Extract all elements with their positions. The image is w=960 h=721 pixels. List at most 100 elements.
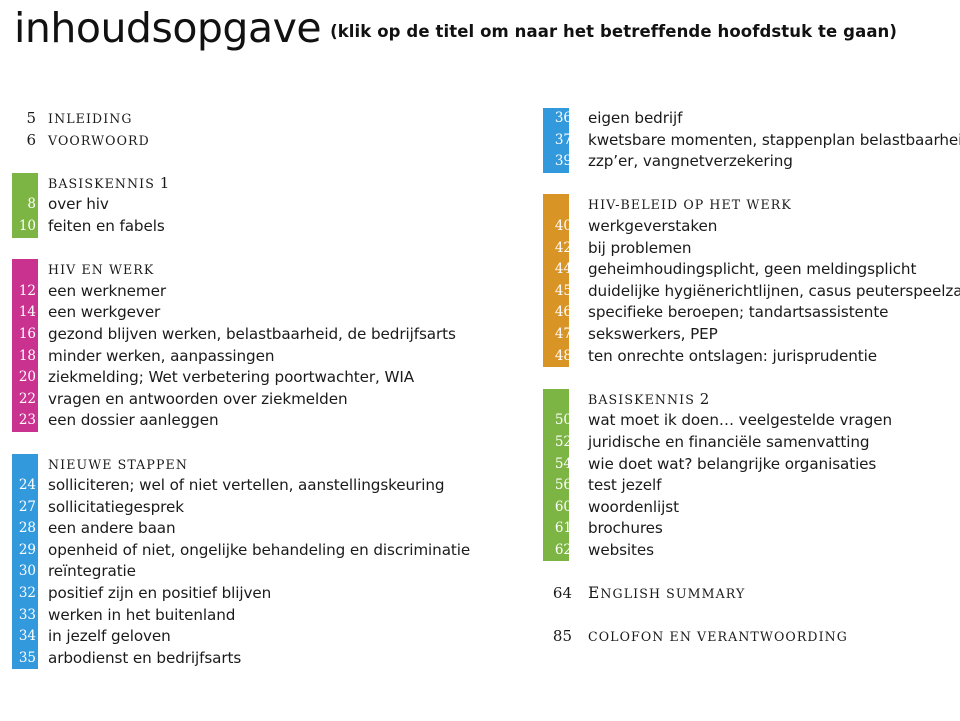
toc-entry-label: brochures — [588, 519, 663, 538]
toc-group-hiv-en-werk: hiv en werk 12 een werknemer 14 een werkgeve… — [0, 259, 520, 432]
toc-page-number: 64 — [552, 584, 572, 603]
toc-page-number: 6 — [26, 130, 36, 149]
toc-page-number: 30 — [18, 563, 36, 580]
toc-page-number: 14 — [18, 304, 36, 321]
toc-entry-label: gezond blijven werken, belastbaarheid, d… — [48, 324, 456, 343]
toc-entry-label: wat moet ik doen… veelgestelde vragen — [588, 411, 893, 430]
toc-entry[interactable]: 34 in jezelf geloven — [0, 626, 520, 648]
toc-entry[interactable]: 16 gezond blijven werken, belastbaarheid,… — [0, 324, 520, 346]
toc-page-number: 12 — [18, 282, 36, 299]
toc-entry-label: kwetsbare momenten, stappenplan belastba… — [588, 130, 960, 149]
initial-capital: E — [588, 584, 601, 603]
toc-entry[interactable]: 60 woordenlijst — [530, 497, 960, 519]
toc-page-number: 20 — [18, 369, 36, 386]
page-header: inhoudsopgave (klik op de titel om naar h… — [14, 4, 897, 52]
toc-page-number: 61 — [554, 520, 572, 537]
toc-entry[interactable]: 56 test jezelf — [530, 475, 960, 497]
toc-entry[interactable]: 37 kwetsbare momenten, stappenplan belast… — [530, 130, 960, 152]
toc-entry-label: reïntegratie — [48, 562, 136, 581]
toc-entry[interactable]: 10 feiten en fabels — [0, 216, 520, 238]
toc-section-header: hiv en werk — [0, 259, 520, 281]
toc-section-header: basiskennis 1 — [0, 173, 520, 195]
toc-group-colofon: 85 colofon en verantwoording — [530, 626, 960, 648]
toc-entry[interactable]: 39 zzp’er, vangnetverzekering — [530, 151, 960, 173]
toc-entry[interactable]: 50 wat moet ik doen… veelgestelde vragen — [530, 410, 960, 432]
toc-entry[interactable]: 32 positief zijn en positief blijven — [0, 583, 520, 605]
toc-page-number: 50 — [554, 412, 572, 429]
toc-page-number: 44 — [554, 261, 572, 278]
toc-group-basiskennis-2: basiskennis 2 50 wat moet ik doen… veelges… — [530, 388, 960, 562]
toc-entry[interactable]: 61 brochures — [530, 518, 960, 540]
toc-entry[interactable]: 64 English summary — [530, 583, 960, 605]
toc-entry[interactable]: 45 duidelijke hygiënerichtlijnen, casus p… — [530, 281, 960, 303]
toc-entry-label: voorwoord — [48, 132, 150, 148]
toc-page-number: 35 — [18, 649, 36, 666]
toc-page-number: 60 — [554, 498, 572, 515]
toc-entry[interactable]: 52 juridische en financiële samenvatting — [530, 432, 960, 454]
toc-entry[interactable]: 5 inleiding — [0, 108, 520, 130]
toc-entry[interactable]: 44 geheimhoudingsplicht, geen meldingspli… — [530, 259, 960, 281]
toc-entry-label: test jezelf — [588, 476, 662, 495]
toc-entry[interactable]: 36 eigen bedrijf — [530, 108, 960, 130]
toc-page-number: 5 — [26, 109, 36, 127]
section-index: 2 — [694, 389, 710, 408]
toc-group-intro: 5 inleiding 6 voorwoord — [0, 108, 520, 151]
toc-entry[interactable]: 62 websites — [530, 540, 960, 562]
toc-entry-label: eigen bedrijf — [588, 109, 683, 127]
toc-entry[interactable]: 30 reïntegratie — [0, 561, 520, 583]
toc-entry[interactable]: 20 ziekmelding; Wet verbetering poortwach… — [0, 367, 520, 389]
toc-section-label: nieuwe stappen — [48, 456, 188, 472]
toc-entry[interactable]: 35 arbodienst en bedrijfsarts — [0, 648, 520, 670]
toc-entry-label: colofon en verantwoording — [588, 629, 848, 645]
toc-entry[interactable]: 8 over hiv — [0, 194, 520, 216]
toc-entry-label: in jezelf geloven — [48, 627, 171, 646]
toc-entry-label: werkgeverstaken — [588, 216, 718, 235]
toc-entry[interactable]: 42 bij problemen — [530, 238, 960, 260]
toc-entry[interactable]: 54 wie doet wat? belangrijke organisaties — [530, 454, 960, 476]
toc-entry-label: vragen en antwoorden over ziekmelden — [48, 389, 348, 408]
toc-section-label: basiskennis 1 — [48, 173, 170, 192]
toc-page-number: 48 — [554, 347, 572, 364]
toc-entry-label: sekswerkers, PEP — [588, 324, 718, 343]
toc-page-number: 36 — [554, 110, 572, 126]
toc-entry[interactable]: 85 colofon en verantwoording — [530, 626, 960, 648]
toc-entry[interactable]: 40 werkgeverstaken — [530, 216, 960, 238]
toc-page-number: 24 — [18, 477, 36, 494]
toc-entry-label: een werkgever — [48, 303, 161, 322]
toc-left-column: 5 inleiding 6 voorwoord basiskennis 1 8 over h… — [0, 108, 520, 670]
toc-group-hiv-beleid-op-het-werk: hiv-beleid op het werk 40 werkgeverstaken 4… — [530, 194, 960, 368]
toc-entry-label: zzp’er, vangnetverzekering — [588, 152, 793, 171]
toc-entry[interactable]: 24 solliciteren; wel of niet vertellen, a… — [0, 475, 520, 497]
toc-entry[interactable]: 12 een werknemer — [0, 281, 520, 303]
toc-entry[interactable]: 22 vragen en antwoorden over ziekmelden — [0, 389, 520, 411]
toc-page-number: 39 — [554, 153, 572, 170]
toc-entry[interactable]: 6 voorwoord — [0, 130, 520, 152]
toc-entry-label: openheid of niet, ongelijke behandeling … — [48, 540, 471, 559]
toc-entry[interactable]: 29 openheid of niet, ongelijke behandelin… — [0, 540, 520, 562]
toc-entry[interactable]: 27 sollicitatiegesprek — [0, 497, 520, 519]
toc-page-number: 46 — [554, 304, 572, 321]
toc-group-english-summary: 64 English summary — [530, 583, 960, 605]
toc-entry[interactable]: 23 een dossier aanleggen — [0, 410, 520, 432]
toc-entry[interactable]: 14 een werkgever — [0, 302, 520, 324]
toc-page-number: 42 — [554, 239, 572, 256]
toc-entry[interactable]: 18 minder werken, aanpassingen — [0, 346, 520, 368]
toc-page-number: 32 — [18, 585, 36, 602]
toc-entry[interactable]: 28 een andere baan — [0, 518, 520, 540]
toc-entry-label: inleiding — [48, 111, 133, 126]
toc-entry-label: solliciteren; wel of niet vertellen, aan… — [48, 476, 445, 495]
toc-entry[interactable]: 48 ten onrechte ontslagen: jurisprudentie — [530, 346, 960, 368]
toc-section-header: nieuwe stappen — [0, 454, 520, 476]
toc-page-number: 16 — [18, 325, 36, 342]
toc-entry-label: over hiv — [48, 195, 109, 214]
toc-entry[interactable]: 46 specifieke beroepen; tandartsassistent… — [530, 302, 960, 324]
toc-entry[interactable]: 33 werken in het buitenland — [0, 605, 520, 627]
toc-entry[interactable]: 47 sekswerkers, PEP — [530, 324, 960, 346]
toc-page-number: 23 — [18, 412, 36, 429]
